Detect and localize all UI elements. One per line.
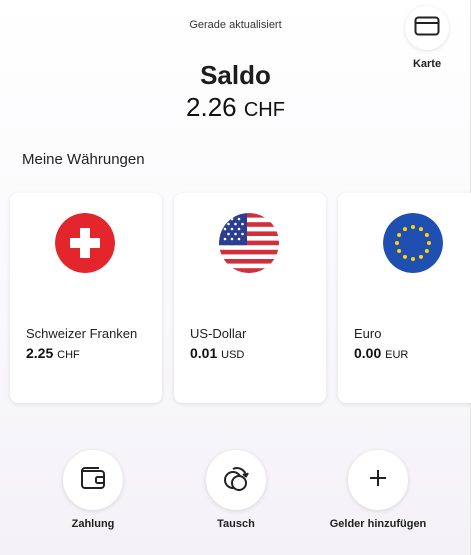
currency-value: 0.01 [190, 345, 218, 361]
currency-name: Schweizer Franken [26, 326, 138, 341]
plus-icon [367, 467, 389, 494]
currency-code: EUR [385, 349, 409, 361]
add-funds-button[interactable] [348, 450, 408, 510]
add-funds-action[interactable]: Gelder hinzufügen [318, 450, 438, 530]
currency-value: 0.00 [354, 345, 382, 361]
payment-action[interactable]: Zahlung [33, 450, 153, 530]
currency-value: 2.25 [26, 345, 54, 361]
balance-currency: CHF [243, 99, 285, 121]
exchange-icon [221, 463, 251, 498]
swiss-flag-icon [55, 213, 115, 273]
currencies-section-title: Meine Währungen [22, 151, 145, 168]
balance-value: 2.26 [186, 92, 237, 122]
currency-card-eur[interactable]: Euro 0.00 EUR [338, 193, 471, 403]
exchange-action[interactable]: Tausch [176, 450, 296, 530]
exchange-label: Tausch [217, 518, 255, 530]
balance-title: Saldo [200, 60, 271, 90]
card-button[interactable] [405, 6, 449, 50]
currency-amount: 2.25 CHF [26, 345, 80, 361]
currency-card-usd[interactable]: US-Dollar 0.01 USD [174, 193, 326, 403]
update-status: Gerade aktualisiert [189, 19, 282, 31]
payment-button[interactable] [63, 450, 123, 510]
payment-label: Zahlung [71, 518, 115, 530]
currency-code: CHF [57, 349, 80, 361]
credit-card-icon [414, 16, 440, 41]
currency-code: USD [221, 349, 245, 361]
exchange-button[interactable] [206, 450, 266, 510]
currency-name: Euro [354, 326, 382, 341]
currency-amount: 0.00 EUR [354, 345, 408, 361]
wallet-icon [79, 466, 107, 495]
add-funds-label: Gelder hinzufügen [329, 518, 427, 530]
currency-card-chf[interactable]: Schweizer Franken 2.25 CHF [10, 193, 162, 403]
us-flag-icon [219, 213, 279, 273]
balance-amount: 2.26 CHF [0, 92, 471, 123]
currency-amount: 0.01 USD [190, 345, 244, 361]
eu-flag-icon [383, 213, 443, 273]
currency-name: US-Dollar [190, 326, 247, 341]
